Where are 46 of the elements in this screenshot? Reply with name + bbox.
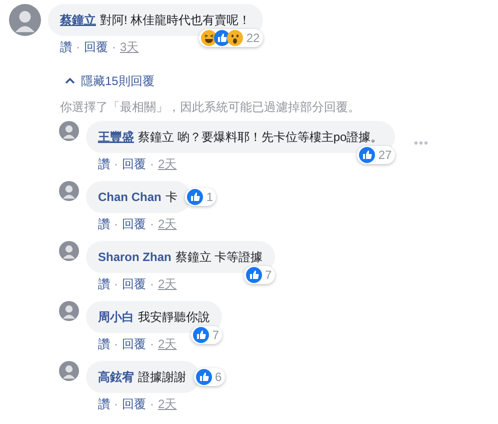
separator-dot: · [114, 336, 118, 352]
action-link[interactable]: 讚 [98, 276, 110, 292]
filter-note: 你選擇了「最相關」，因此系統可能已過濾掉部分回覆。 [60, 99, 361, 115]
action-link[interactable]: 讚 [98, 336, 110, 352]
author-link[interactable]: 周小白 [98, 310, 134, 324]
action-link[interactable]: 讚 [98, 216, 110, 232]
avatar-icon[interactable] [59, 121, 79, 141]
action-link[interactable]: 回覆 [122, 336, 146, 352]
separator-dot: · [114, 156, 118, 172]
comment-text: 我安靜聽你說 [138, 310, 210, 324]
separator-dot: · [114, 216, 118, 232]
avatar-icon[interactable] [59, 361, 79, 381]
comment-text: 證據謝謝 [138, 370, 186, 384]
separator-dot: · [112, 39, 116, 55]
action-link[interactable]: 回覆 [122, 276, 146, 292]
author-link[interactable]: 高鉉宥 [98, 370, 134, 384]
comment-text: 對阿! 林佳龍時代也有賣呢！ [100, 13, 251, 27]
action-link[interactable]: 讚 [98, 156, 110, 172]
action-link[interactable]: 回覆 [122, 396, 146, 412]
action-link[interactable]: 讚 [98, 396, 110, 412]
avatar-icon[interactable] [59, 301, 79, 321]
action-link[interactable]: 回覆 [122, 156, 146, 172]
action-link[interactable]: 回覆 [84, 39, 108, 55]
separator-dot: · [150, 156, 154, 172]
author-link[interactable]: 王豐盛 [98, 130, 134, 144]
avatar-icon[interactable] [59, 241, 79, 261]
separator-dot: · [150, 396, 154, 412]
separator-dot: · [76, 39, 80, 55]
comment-text: 蔡鐘立 卡等證據 [175, 250, 263, 264]
separator-dot: · [114, 396, 118, 412]
comment-text: 蔡鐘立 喲？要爆料耶！先卡位等樓主po證據。 [138, 130, 383, 144]
author-link[interactable]: 蔡鐘立 [60, 13, 96, 27]
separator-dot: · [114, 276, 118, 292]
separator-dot: · [150, 336, 154, 352]
separator-dot: · [150, 216, 154, 232]
author-link[interactable]: Chan Chan [98, 190, 162, 204]
hide-replies-button[interactable]: 隱藏15則回覆 [65, 72, 154, 90]
author-link[interactable]: Sharon Zhan [98, 250, 172, 264]
action-link[interactable]: 回覆 [122, 216, 146, 232]
separator-dot: · [150, 276, 154, 292]
avatar-icon[interactable] [59, 181, 79, 201]
action-link[interactable]: 讚 [60, 39, 72, 55]
more-icon[interactable] [414, 141, 428, 145]
comment-text: 卡 [165, 190, 178, 204]
chevron-up-icon [65, 78, 75, 84]
avatar-icon[interactable] [9, 4, 41, 36]
